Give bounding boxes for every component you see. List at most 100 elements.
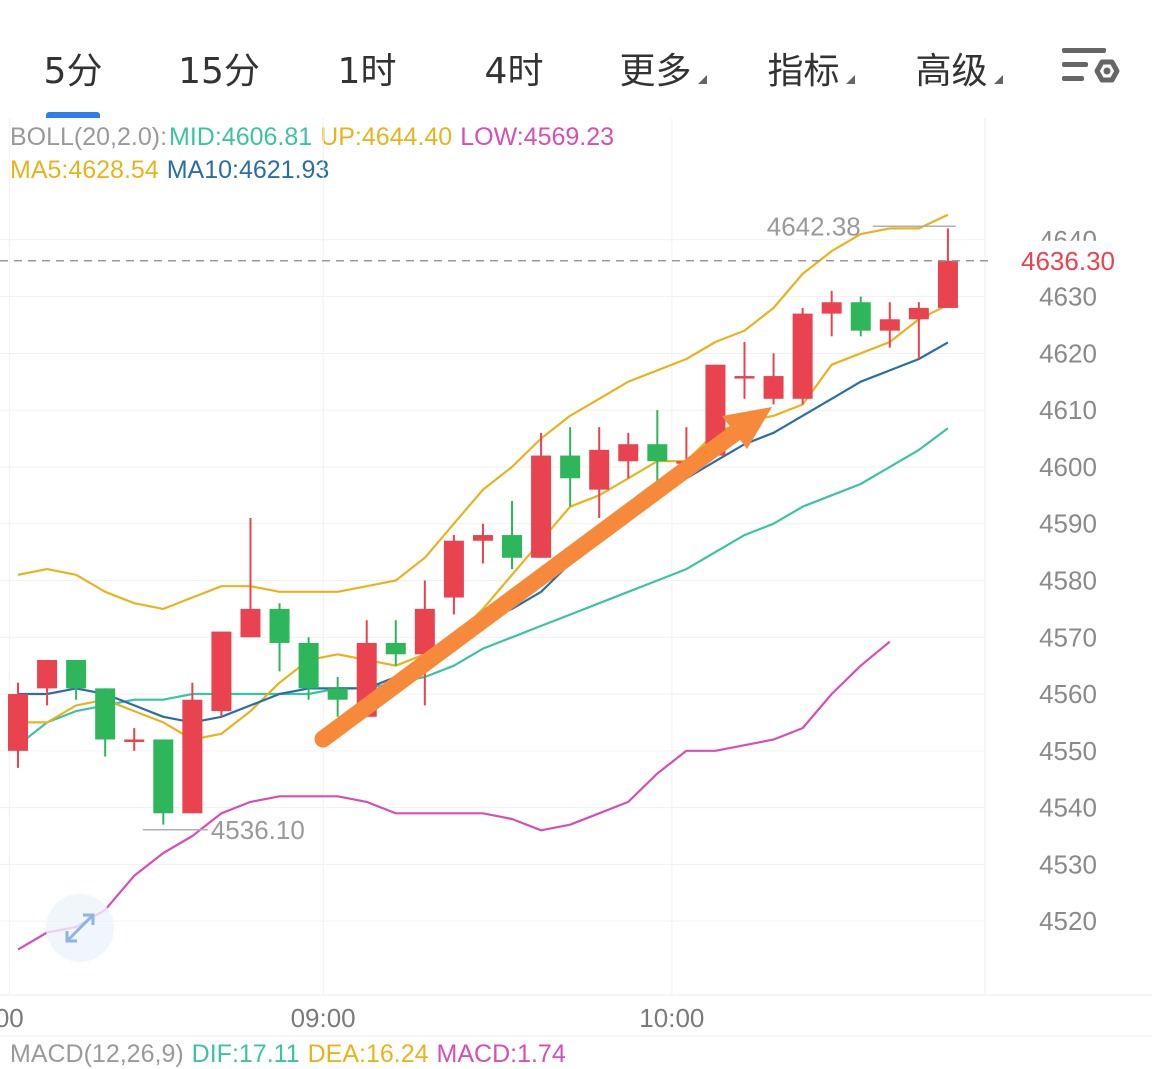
candle-body xyxy=(124,739,145,742)
tab-1hour[interactable]: 1时 xyxy=(294,18,440,118)
candle-up xyxy=(531,432,552,558)
candle-body xyxy=(298,642,319,689)
candle-up xyxy=(124,728,145,751)
candle-body xyxy=(908,307,929,320)
candle-body xyxy=(792,313,813,399)
macd-dif-value: DIF:17.11 xyxy=(191,1040,300,1068)
candle-body xyxy=(763,376,784,399)
tab-15min[interactable]: 15分 xyxy=(146,18,292,118)
x-tick-label: 09:00 xyxy=(291,1003,356,1033)
tab-label: 5分 xyxy=(43,51,103,92)
candle-body xyxy=(647,444,668,462)
y-tick-label: 4550 xyxy=(1039,736,1097,766)
candle-up xyxy=(211,631,232,717)
low-price-label: 4536.10 xyxy=(211,815,305,845)
candle-up xyxy=(937,228,958,308)
candle-body xyxy=(850,302,871,331)
candle-down xyxy=(269,603,290,672)
tab-label: 4时 xyxy=(484,51,544,92)
tab-label: 15分 xyxy=(178,51,260,92)
y-tick-label: 4620 xyxy=(1039,338,1097,368)
candle-body xyxy=(182,699,203,814)
current-price-label: 4636.30 xyxy=(1021,246,1115,276)
y-tick-label: 4630 xyxy=(1039,282,1097,312)
macd-indicator-readout: MACD(12,26,9) DIF:17.11 DEA:16.24 MACD:1.74 xyxy=(10,1040,574,1069)
tab-label: 1时 xyxy=(337,51,397,92)
tab-4hour[interactable]: 4时 xyxy=(441,18,587,118)
candle-body xyxy=(240,608,261,638)
candle-up xyxy=(734,341,755,399)
dropdown-caret-icon xyxy=(845,74,855,84)
y-tick-label: 4570 xyxy=(1039,622,1097,652)
chart-settings-icon xyxy=(1062,48,1120,83)
candle-down xyxy=(327,677,348,717)
candle-body xyxy=(443,540,464,598)
trend-arrow-shaft xyxy=(314,424,744,748)
tab-indicators[interactable]: 指标 xyxy=(738,18,884,118)
candle-body xyxy=(937,260,958,308)
candle-up xyxy=(908,302,929,360)
candle-down xyxy=(385,620,406,666)
y-tick-label: 4580 xyxy=(1039,565,1097,595)
tab-label: 指标 xyxy=(767,51,840,92)
y-tick-label: 4610 xyxy=(1039,395,1097,425)
high-price-label: 4642.38 xyxy=(767,211,861,241)
tab-5min[interactable]: 5分 xyxy=(0,18,146,118)
candle-body xyxy=(211,631,232,712)
candle-body xyxy=(269,608,290,643)
candle-body xyxy=(327,688,348,700)
y-tick-label: 4530 xyxy=(1039,849,1097,879)
candle-body xyxy=(153,739,174,814)
candle-up xyxy=(589,427,610,519)
candle-up xyxy=(37,659,58,706)
chart-overlay: 4636.30 4642.38 4536.10 xyxy=(0,211,1152,962)
candle-body xyxy=(8,694,28,751)
dropdown-caret-icon xyxy=(993,74,1003,84)
candle-up xyxy=(618,432,639,479)
timeframe-tab-bar: 5分 15分 1时 4时 更多 指标 高级 xyxy=(0,0,1152,118)
candle-up xyxy=(182,682,203,814)
candle-body xyxy=(531,455,552,558)
macd-dea-value: DEA:16.24 xyxy=(307,1040,429,1068)
candle-body xyxy=(879,319,900,331)
candle-up xyxy=(879,302,900,348)
candle-body xyxy=(589,449,610,490)
chart-settings-button[interactable] xyxy=(1056,40,1126,100)
candle-up xyxy=(792,307,813,405)
candle-down xyxy=(153,739,174,825)
candle-body xyxy=(618,444,639,462)
candle-body xyxy=(385,642,406,655)
x-tick-label: 10:00 xyxy=(639,1003,704,1033)
candle-down xyxy=(647,410,668,484)
chart-grid: 4520 4530 4540 4550 4560 4570 4580 4590 4600 4610… xyxy=(0,118,1152,1037)
series-line-low xyxy=(17,640,891,951)
candle-up xyxy=(821,290,842,337)
candle-up xyxy=(8,682,28,768)
x-tick-label: 00 xyxy=(0,1003,24,1033)
candle-body xyxy=(560,455,581,479)
candle-body xyxy=(37,659,58,689)
expand-chart-icon[interactable] xyxy=(46,894,114,962)
y-tick-label: 4540 xyxy=(1039,793,1097,823)
candle-body xyxy=(95,688,116,740)
candle-down xyxy=(95,688,116,757)
candle-up xyxy=(472,523,493,564)
y-tick-label: 4590 xyxy=(1039,509,1097,539)
candle-body xyxy=(502,535,523,558)
candlestick-chart[interactable]: 4520 4530 4540 4550 4560 4570 4580 4590 4600 4610… xyxy=(0,118,1152,1040)
candle-body xyxy=(414,608,435,655)
tab-more[interactable]: 更多 xyxy=(590,18,736,118)
y-tick-label: 4520 xyxy=(1039,906,1097,936)
candle-up xyxy=(240,518,261,638)
candle-body xyxy=(472,535,493,541)
dropdown-caret-icon xyxy=(697,74,707,84)
y-tick-label: 4600 xyxy=(1039,452,1097,482)
candle-up xyxy=(443,535,464,615)
tab-advanced[interactable]: 高级 xyxy=(886,18,1032,118)
candle-body xyxy=(66,659,87,689)
macd-value: MACD:1.74 xyxy=(436,1040,566,1068)
candle-body xyxy=(821,302,842,314)
candle-up xyxy=(414,580,435,706)
candle-down xyxy=(850,296,871,337)
series-line-mid xyxy=(17,427,949,747)
